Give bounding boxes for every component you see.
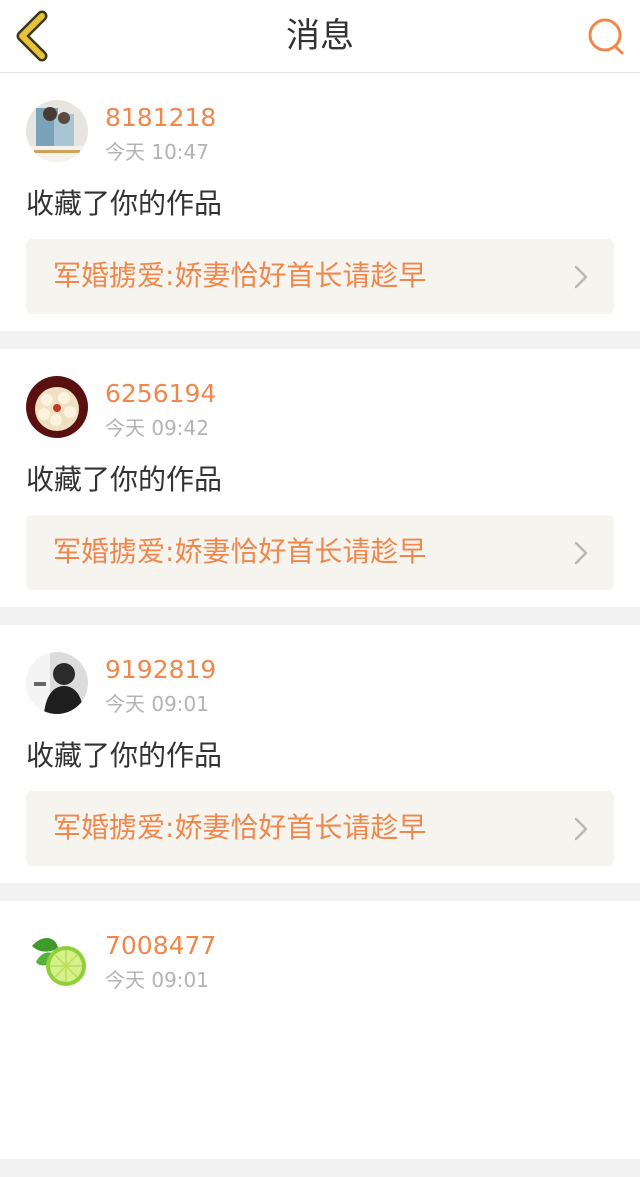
search-icon: [588, 18, 624, 55]
flower-avatar-icon: [26, 376, 88, 438]
timestamp: 今天 09:42: [105, 416, 209, 440]
username[interactable]: 7008477: [105, 931, 216, 961]
message-card: 7008477 今天 09:01: [0, 901, 640, 1159]
work-title: 军婚掳爱:娇妻恰好首长请趁早: [53, 811, 427, 844]
message-text: 收藏了你的作品: [26, 463, 223, 496]
work-link[interactable]: 军婚掳爱:娇妻恰好首长请趁早: [26, 239, 614, 314]
username[interactable]: 8181218: [105, 103, 216, 133]
message-card: 6256194 今天 09:42 收藏了你的作品 军婚掳爱:娇妻恰好首长请趁早: [0, 349, 640, 607]
message-card: 9192819 今天 09:01 收藏了你的作品 军婚掳爱:娇妻恰好首长请趁早: [0, 625, 640, 883]
timestamp: 今天 09:01: [105, 692, 209, 716]
avatar[interactable]: [26, 376, 88, 438]
search-button[interactable]: [584, 14, 628, 58]
message-text: 收藏了你的作品: [26, 739, 223, 772]
work-link[interactable]: 军婚掳爱:娇妻恰好首长请趁早: [26, 515, 614, 590]
photo-avatar-icon: [26, 100, 88, 162]
portrait-avatar-icon: [26, 652, 88, 714]
timestamp: 今天 09:01: [105, 968, 209, 992]
timestamp: 今天 10:47: [105, 140, 209, 164]
chevron-right-icon: [574, 265, 588, 289]
avatar[interactable]: [26, 652, 88, 714]
avatar[interactable]: [26, 100, 88, 162]
work-title: 军婚掳爱:娇妻恰好首长请趁早: [53, 259, 427, 292]
work-title: 军婚掳爱:娇妻恰好首长请趁早: [53, 535, 427, 568]
lime-avatar-icon: [26, 928, 88, 990]
top-bar: 消息: [0, 0, 640, 73]
page-title: 消息: [286, 16, 354, 56]
username[interactable]: 9192819: [105, 655, 216, 685]
message-list: 8181218 今天 10:47 收藏了你的作品 军婚掳爱:娇妻恰好首长请趁早 …: [0, 73, 640, 1177]
chevron-right-icon: [574, 817, 588, 841]
avatar[interactable]: [26, 928, 88, 990]
work-link[interactable]: 军婚掳爱:娇妻恰好首长请趁早: [26, 791, 614, 866]
username[interactable]: 6256194: [105, 379, 216, 409]
chevron-right-icon: [574, 541, 588, 565]
message-card: 8181218 今天 10:47 收藏了你的作品 军婚掳爱:娇妻恰好首长请趁早: [0, 73, 640, 331]
message-text: 收藏了你的作品: [26, 187, 223, 220]
